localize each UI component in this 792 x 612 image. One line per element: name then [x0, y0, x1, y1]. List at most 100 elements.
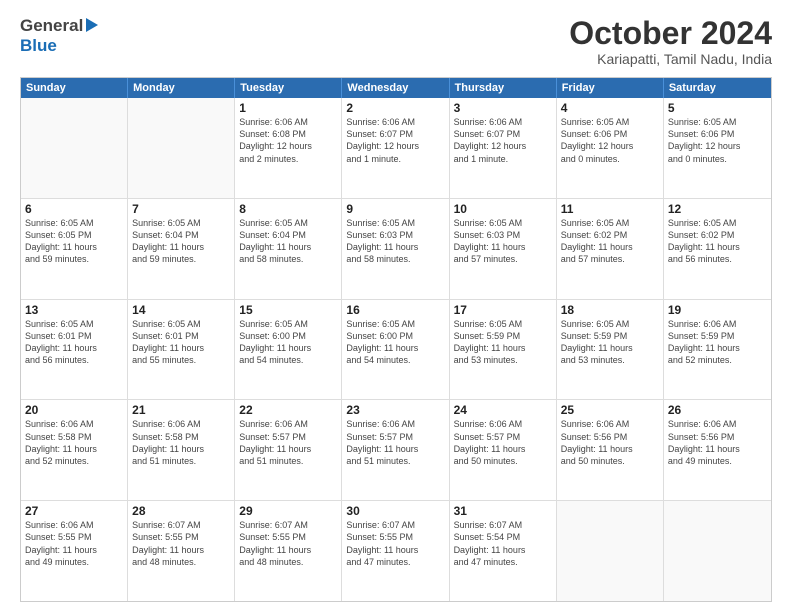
calendar-cell-5-5: 31Sunrise: 6:07 AMSunset: 5:54 PMDayligh…: [450, 501, 557, 601]
day-info: Sunrise: 6:05 AMSunset: 6:00 PMDaylight:…: [346, 318, 444, 367]
calendar-cell-4-4: 23Sunrise: 6:06 AMSunset: 5:57 PMDayligh…: [342, 400, 449, 500]
calendar-cell-4-6: 25Sunrise: 6:06 AMSunset: 5:56 PMDayligh…: [557, 400, 664, 500]
day-number: 7: [132, 202, 230, 216]
day-number: 4: [561, 101, 659, 115]
logo: General Blue: [20, 16, 98, 56]
calendar-cell-3-1: 13Sunrise: 6:05 AMSunset: 6:01 PMDayligh…: [21, 300, 128, 400]
day-info: Sunrise: 6:07 AMSunset: 5:55 PMDaylight:…: [239, 519, 337, 568]
day-info: Sunrise: 6:06 AMSunset: 5:57 PMDaylight:…: [239, 418, 337, 467]
calendar-cell-4-1: 20Sunrise: 6:06 AMSunset: 5:58 PMDayligh…: [21, 400, 128, 500]
day-number: 1: [239, 101, 337, 115]
day-number: 25: [561, 403, 659, 417]
day-number: 19: [668, 303, 767, 317]
logo-blue: Blue: [20, 36, 57, 55]
day-number: 29: [239, 504, 337, 518]
day-number: 10: [454, 202, 552, 216]
day-number: 8: [239, 202, 337, 216]
day-number: 15: [239, 303, 337, 317]
day-info: Sunrise: 6:06 AMSunset: 5:55 PMDaylight:…: [25, 519, 123, 568]
page: General Blue October 2024 Kariapatti, Ta…: [0, 0, 792, 612]
calendar-cell-1-2: [128, 98, 235, 198]
day-number: 27: [25, 504, 123, 518]
day-info: Sunrise: 6:05 AMSunset: 6:01 PMDaylight:…: [25, 318, 123, 367]
logo-arrow-icon: [86, 18, 98, 32]
day-info: Sunrise: 6:05 AMSunset: 5:59 PMDaylight:…: [454, 318, 552, 367]
day-info: Sunrise: 6:05 AMSunset: 6:03 PMDaylight:…: [346, 217, 444, 266]
calendar-header: Sunday Monday Tuesday Wednesday Thursday…: [21, 78, 771, 98]
title-section: October 2024 Kariapatti, Tamil Nadu, Ind…: [569, 16, 772, 67]
calendar-cell-2-1: 6Sunrise: 6:05 AMSunset: 6:05 PMDaylight…: [21, 199, 128, 299]
header-tuesday: Tuesday: [235, 78, 342, 98]
calendar-cell-1-1: [21, 98, 128, 198]
day-info: Sunrise: 6:05 AMSunset: 6:02 PMDaylight:…: [561, 217, 659, 266]
day-number: 17: [454, 303, 552, 317]
day-info: Sunrise: 6:06 AMSunset: 6:07 PMDaylight:…: [454, 116, 552, 165]
day-info: Sunrise: 6:06 AMSunset: 5:56 PMDaylight:…: [668, 418, 767, 467]
day-info: Sunrise: 6:05 AMSunset: 6:02 PMDaylight:…: [668, 217, 767, 266]
header-friday: Friday: [557, 78, 664, 98]
day-info: Sunrise: 6:07 AMSunset: 5:55 PMDaylight:…: [346, 519, 444, 568]
calendar-cell-4-5: 24Sunrise: 6:06 AMSunset: 5:57 PMDayligh…: [450, 400, 557, 500]
calendar-cell-4-2: 21Sunrise: 6:06 AMSunset: 5:58 PMDayligh…: [128, 400, 235, 500]
day-info: Sunrise: 6:05 AMSunset: 6:05 PMDaylight:…: [25, 217, 123, 266]
calendar-cell-4-3: 22Sunrise: 6:06 AMSunset: 5:57 PMDayligh…: [235, 400, 342, 500]
calendar-week-5: 27Sunrise: 6:06 AMSunset: 5:55 PMDayligh…: [21, 501, 771, 601]
day-number: 2: [346, 101, 444, 115]
day-number: 11: [561, 202, 659, 216]
day-number: 30: [346, 504, 444, 518]
day-info: Sunrise: 6:06 AMSunset: 5:57 PMDaylight:…: [346, 418, 444, 467]
calendar-title: October 2024: [569, 16, 772, 51]
calendar-cell-3-6: 18Sunrise: 6:05 AMSunset: 5:59 PMDayligh…: [557, 300, 664, 400]
calendar-cell-2-6: 11Sunrise: 6:05 AMSunset: 6:02 PMDayligh…: [557, 199, 664, 299]
day-info: Sunrise: 6:05 AMSunset: 6:06 PMDaylight:…: [668, 116, 767, 165]
header-monday: Monday: [128, 78, 235, 98]
day-number: 23: [346, 403, 444, 417]
calendar-cell-2-7: 12Sunrise: 6:05 AMSunset: 6:02 PMDayligh…: [664, 199, 771, 299]
day-info: Sunrise: 6:05 AMSunset: 6:04 PMDaylight:…: [132, 217, 230, 266]
calendar-cell-4-7: 26Sunrise: 6:06 AMSunset: 5:56 PMDayligh…: [664, 400, 771, 500]
calendar-cell-1-6: 4Sunrise: 6:05 AMSunset: 6:06 PMDaylight…: [557, 98, 664, 198]
calendar-cell-3-2: 14Sunrise: 6:05 AMSunset: 6:01 PMDayligh…: [128, 300, 235, 400]
day-number: 22: [239, 403, 337, 417]
day-info: Sunrise: 6:07 AMSunset: 5:55 PMDaylight:…: [132, 519, 230, 568]
day-info: Sunrise: 6:06 AMSunset: 5:59 PMDaylight:…: [668, 318, 767, 367]
calendar-cell-1-5: 3Sunrise: 6:06 AMSunset: 6:07 PMDaylight…: [450, 98, 557, 198]
day-info: Sunrise: 6:06 AMSunset: 5:58 PMDaylight:…: [25, 418, 123, 467]
calendar-cell-3-5: 17Sunrise: 6:05 AMSunset: 5:59 PMDayligh…: [450, 300, 557, 400]
calendar-cell-5-7: [664, 501, 771, 601]
day-info: Sunrise: 6:05 AMSunset: 6:06 PMDaylight:…: [561, 116, 659, 165]
calendar-cell-3-3: 15Sunrise: 6:05 AMSunset: 6:00 PMDayligh…: [235, 300, 342, 400]
calendar-cell-2-3: 8Sunrise: 6:05 AMSunset: 6:04 PMDaylight…: [235, 199, 342, 299]
header-saturday: Saturday: [664, 78, 771, 98]
calendar-week-4: 20Sunrise: 6:06 AMSunset: 5:58 PMDayligh…: [21, 400, 771, 501]
day-info: Sunrise: 6:05 AMSunset: 6:00 PMDaylight:…: [239, 318, 337, 367]
day-number: 6: [25, 202, 123, 216]
day-info: Sunrise: 6:05 AMSunset: 6:03 PMDaylight:…: [454, 217, 552, 266]
day-info: Sunrise: 6:07 AMSunset: 5:54 PMDaylight:…: [454, 519, 552, 568]
header-sunday: Sunday: [21, 78, 128, 98]
day-number: 14: [132, 303, 230, 317]
calendar-cell-2-5: 10Sunrise: 6:05 AMSunset: 6:03 PMDayligh…: [450, 199, 557, 299]
day-number: 28: [132, 504, 230, 518]
day-number: 3: [454, 101, 552, 115]
day-info: Sunrise: 6:06 AMSunset: 6:07 PMDaylight:…: [346, 116, 444, 165]
calendar-cell-5-6: [557, 501, 664, 601]
day-number: 18: [561, 303, 659, 317]
day-number: 21: [132, 403, 230, 417]
calendar-subtitle: Kariapatti, Tamil Nadu, India: [569, 51, 772, 67]
calendar-body: 1Sunrise: 6:06 AMSunset: 6:08 PMDaylight…: [21, 98, 771, 601]
day-info: Sunrise: 6:06 AMSunset: 5:57 PMDaylight:…: [454, 418, 552, 467]
day-number: 24: [454, 403, 552, 417]
day-number: 16: [346, 303, 444, 317]
day-info: Sunrise: 6:05 AMSunset: 5:59 PMDaylight:…: [561, 318, 659, 367]
day-number: 5: [668, 101, 767, 115]
calendar-cell-2-4: 9Sunrise: 6:05 AMSunset: 6:03 PMDaylight…: [342, 199, 449, 299]
calendar: Sunday Monday Tuesday Wednesday Thursday…: [20, 77, 772, 602]
calendar-cell-5-1: 27Sunrise: 6:06 AMSunset: 5:55 PMDayligh…: [21, 501, 128, 601]
day-number: 12: [668, 202, 767, 216]
day-info: Sunrise: 6:06 AMSunset: 6:08 PMDaylight:…: [239, 116, 337, 165]
day-info: Sunrise: 6:06 AMSunset: 5:58 PMDaylight:…: [132, 418, 230, 467]
day-number: 26: [668, 403, 767, 417]
calendar-cell-1-3: 1Sunrise: 6:06 AMSunset: 6:08 PMDaylight…: [235, 98, 342, 198]
calendar-cell-3-7: 19Sunrise: 6:06 AMSunset: 5:59 PMDayligh…: [664, 300, 771, 400]
